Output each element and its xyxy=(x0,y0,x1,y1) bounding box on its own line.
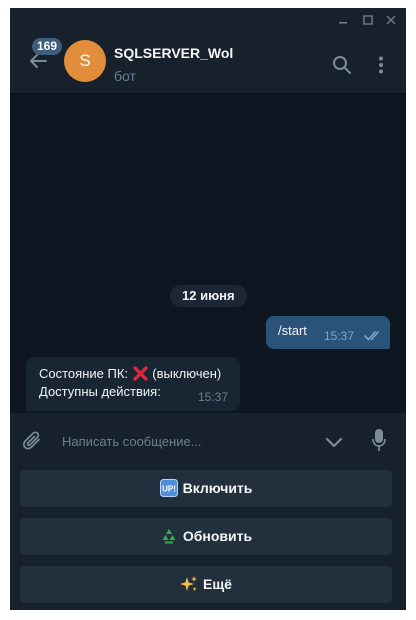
telegram-window: 169 S SQLSERVER_Wol бот 12 июня /start 1… xyxy=(10,8,406,610)
message-composer xyxy=(10,413,406,469)
button-label: Ещё xyxy=(203,576,232,592)
more-actions-button[interactable]: Ещё xyxy=(20,566,392,603)
message-time: 15:37 xyxy=(198,390,229,404)
minimize-icon[interactable] xyxy=(332,8,354,31)
incoming-message[interactable]: Состояние ПК: (выключен) Доступны действ… xyxy=(26,357,240,411)
message-line: Доступны действия: xyxy=(39,384,161,399)
button-label: Включить xyxy=(182,480,253,496)
button-label: Обновить xyxy=(182,528,253,544)
window-titlebar xyxy=(10,8,406,31)
chat-subtitle: бот xyxy=(114,68,136,84)
unread-count-badge: 169 xyxy=(32,38,63,55)
avatar[interactable]: S xyxy=(64,40,106,82)
status-label: Состояние ПК: xyxy=(39,366,129,381)
message-list[interactable]: 12 июня /start 15:37 Состояние ПК: (выкл… xyxy=(10,94,406,412)
microphone-icon[interactable] xyxy=(372,428,386,452)
outgoing-message[interactable]: /start 15:37 xyxy=(266,316,390,349)
message-line: Состояние ПК: (выключен) xyxy=(39,366,221,381)
sparkles-icon xyxy=(180,576,198,591)
red-cross-icon xyxy=(132,366,148,381)
status-value: (выключен) xyxy=(152,366,222,381)
recycle-icon xyxy=(162,529,176,544)
svg-text:UP!: UP! xyxy=(162,485,176,494)
message-text: /start xyxy=(278,323,307,338)
search-icon[interactable] xyxy=(332,55,352,75)
more-vertical-icon[interactable] xyxy=(375,56,387,74)
up-button-icon: UP! xyxy=(159,479,178,497)
power-on-button[interactable]: UP! Включить xyxy=(20,470,392,507)
message-time: 15:37 xyxy=(324,329,355,343)
chevron-down-icon[interactable] xyxy=(324,432,344,452)
maximize-icon[interactable] xyxy=(357,8,379,31)
chat-title[interactable]: SQLSERVER_Wol xyxy=(114,45,233,61)
refresh-button[interactable]: Обновить xyxy=(20,518,392,555)
chat-header: 169 S SQLSERVER_Wol бот xyxy=(10,31,406,94)
date-separator: 12 июня xyxy=(170,285,247,307)
paperclip-icon[interactable] xyxy=(22,430,44,452)
double-check-icon xyxy=(364,331,379,341)
bot-keyboard: UP! Включить Обновить Ещё xyxy=(10,469,406,610)
close-icon[interactable] xyxy=(380,8,402,31)
message-input[interactable] xyxy=(56,430,328,452)
